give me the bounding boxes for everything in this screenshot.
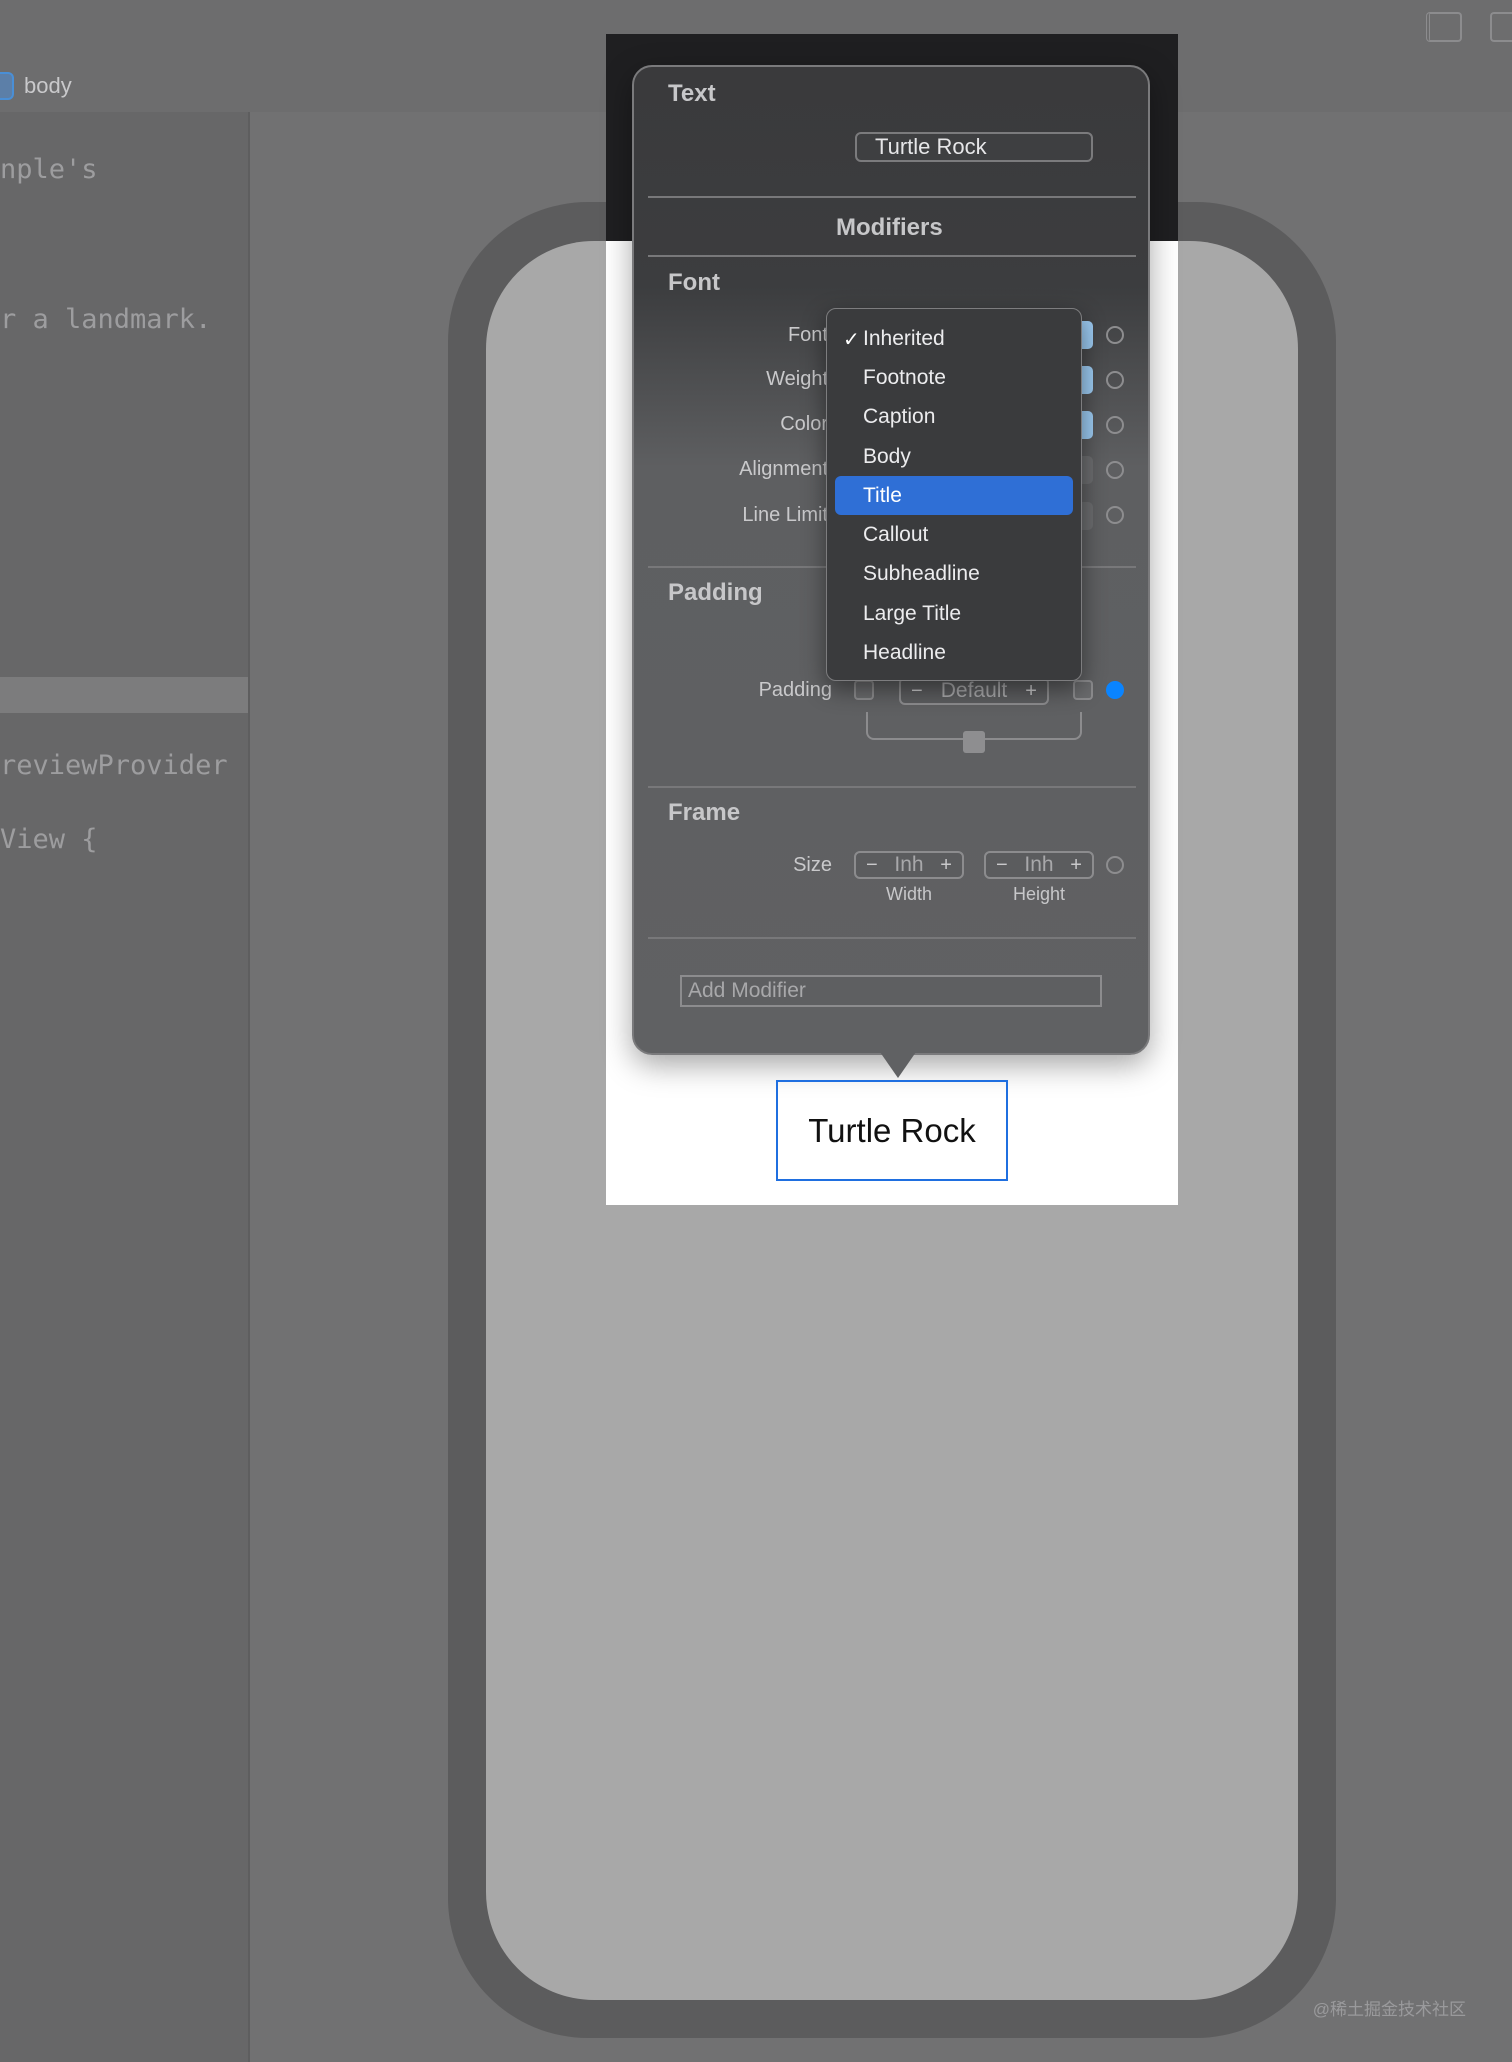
increment-button[interactable]: + [940, 854, 952, 877]
breadcrumb-label[interactable]: body [24, 73, 72, 99]
decrement-button[interactable]: − [866, 854, 878, 877]
width-label: Width [885, 884, 932, 904]
menu-item-label: Title [863, 483, 902, 507]
width-stepper[interactable]: − Inh + [854, 851, 964, 879]
weight-enable-radio[interactable] [1106, 371, 1124, 389]
font-dropdown-menu: ✓ Inherited Footnote Caption Body Title … [826, 308, 1082, 681]
padding-bottom-checkbox[interactable] [963, 731, 985, 753]
padding-trailing-checkbox[interactable] [1073, 680, 1093, 700]
add-modifier-field[interactable]: Add Modifier [680, 975, 1102, 1007]
decrement-button[interactable]: − [996, 854, 1008, 877]
watermark: @稀土掘金技术社区 [1312, 2000, 1466, 2019]
menu-item-footnote[interactable]: Footnote [835, 358, 1073, 397]
line-limit-enable-radio[interactable] [1106, 506, 1124, 524]
font-row-label: Font [787, 324, 828, 346]
frame-section-title: Frame [668, 799, 741, 826]
code-line: nple's [0, 154, 98, 185]
text-value-field[interactable]: Turtle Rock [855, 132, 1093, 162]
width-value: Inh [894, 853, 924, 876]
property-icon [0, 72, 14, 100]
color-row-label: Color [780, 413, 828, 435]
padding-section-title: Padding [668, 579, 763, 606]
menu-item-headline[interactable]: Headline [835, 633, 1073, 672]
color-enable-radio[interactable] [1106, 416, 1124, 434]
alignment-enable-radio[interactable] [1106, 461, 1124, 479]
add-editor-icon[interactable] [1490, 12, 1512, 42]
code-line: r a landmark. [0, 304, 212, 335]
height-label: Height [1012, 884, 1066, 904]
popover-arrow [880, 1052, 916, 1078]
menu-item-large-title[interactable]: Large Title [835, 594, 1073, 633]
current-line-highlight [0, 677, 248, 713]
height-value: Inh [1024, 853, 1054, 876]
menu-item-title[interactable]: Title [835, 476, 1073, 516]
divider [648, 255, 1136, 257]
padding-stepper[interactable]: − Default + [899, 677, 1049, 705]
size-enable-radio[interactable] [1106, 856, 1124, 874]
decrement-button[interactable]: − [911, 680, 923, 703]
code-line: reviewProvider [0, 750, 228, 781]
size-row-label: Size [793, 854, 832, 876]
menu-item-label: Body [863, 444, 911, 468]
alignment-row-label: Alignment [739, 458, 828, 480]
padding-row-label: Padding [758, 679, 832, 701]
menu-item-callout[interactable]: Callout [835, 515, 1073, 554]
toolbar-icons [1426, 12, 1512, 42]
menu-item-label: Callout [863, 523, 929, 547]
modifiers-title: Modifiers [836, 214, 943, 241]
line-limit-row-label: Line Limit [742, 504, 828, 526]
padding-value: Default [940, 679, 1008, 702]
divider [648, 196, 1136, 198]
menu-item-caption[interactable]: Caption [835, 398, 1073, 437]
preview-text-label[interactable]: Turtle Rock [776, 1080, 1008, 1181]
menu-item-label: Large Title [863, 601, 962, 625]
code-editor[interactable]: nple's r a landmark. reviewProvider View… [0, 112, 250, 2062]
code-line: View { [0, 824, 98, 855]
text-section-title: Text [668, 80, 716, 107]
weight-row-label: Weight [766, 368, 828, 390]
inspector-toggle-icon[interactable] [1426, 12, 1462, 42]
divider [648, 786, 1136, 788]
menu-item-subheadline[interactable]: Subheadline [835, 555, 1073, 594]
menu-item-body[interactable]: Body [835, 437, 1073, 476]
increment-button[interactable]: + [1070, 854, 1082, 877]
divider [648, 937, 1136, 939]
menu-item-inherited[interactable]: ✓ Inherited [835, 319, 1073, 358]
increment-button[interactable]: + [1025, 680, 1037, 703]
padding-enable-radio[interactable] [1106, 681, 1124, 699]
menu-item-label: Headline [863, 641, 946, 665]
checkmark-icon: ✓ [843, 329, 860, 351]
menu-item-label: Inherited [863, 326, 945, 350]
breadcrumb[interactable]: body [0, 68, 72, 104]
font-section-title: Font [668, 269, 720, 296]
height-stepper[interactable]: − Inh + [984, 851, 1094, 879]
padding-leading-checkbox[interactable] [854, 680, 874, 700]
font-enable-radio[interactable] [1106, 326, 1124, 344]
menu-item-label: Footnote [863, 365, 946, 389]
menu-item-label: Caption [863, 405, 936, 429]
menu-item-label: Subheadline [863, 562, 980, 586]
